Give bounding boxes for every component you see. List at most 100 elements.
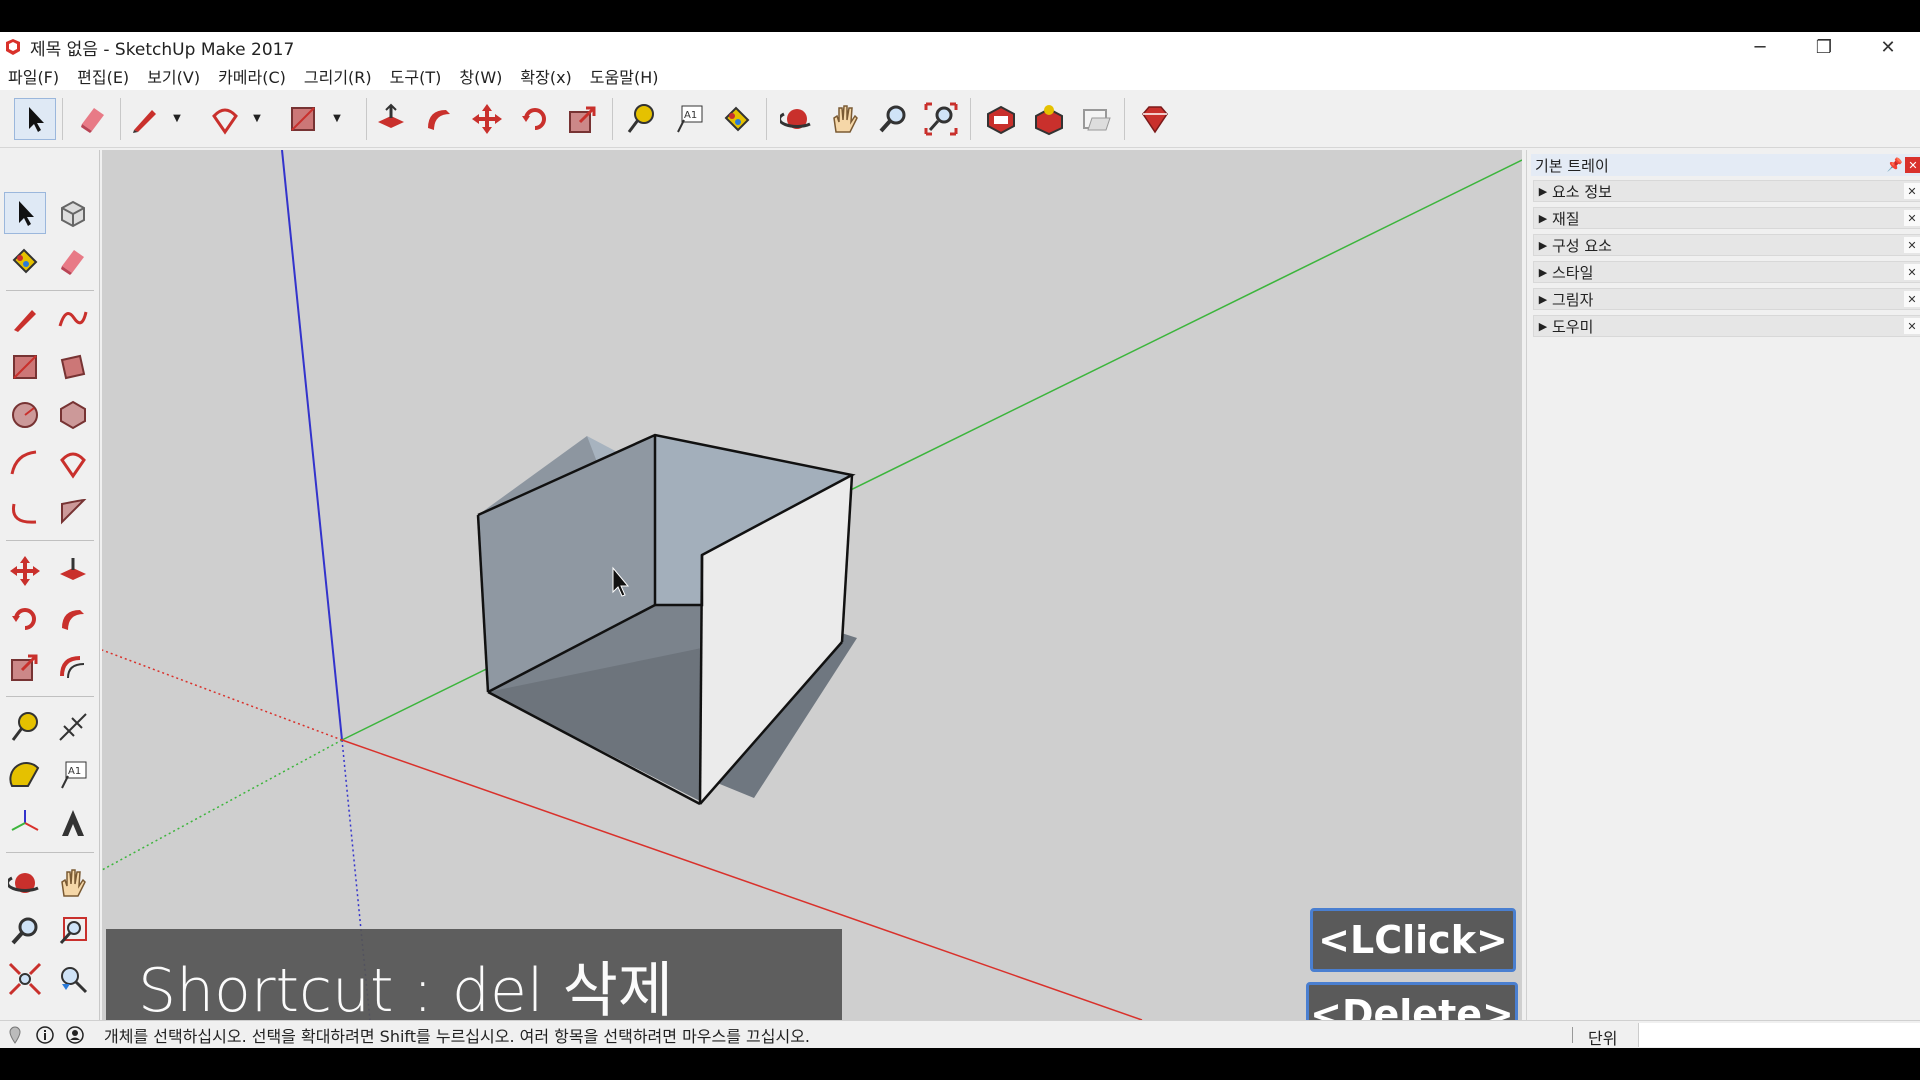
line-dropdown-arrow[interactable]: ▼ [170, 110, 184, 126]
orbit-icon [780, 109, 811, 129]
tray-panel-entity-info[interactable]: ▶ 요소 정보 ✕ [1533, 180, 1920, 202]
extension-warehouse-button[interactable] [1028, 98, 1070, 140]
menu-help[interactable]: 도움말(H) [582, 64, 669, 88]
eraser-tool-left[interactable] [52, 240, 94, 282]
panel-close-icon[interactable]: ✕ [1904, 318, 1920, 334]
tape-measure-tool-button[interactable] [620, 98, 662, 140]
push-pull-tool-left[interactable] [52, 550, 94, 592]
sign-in-button[interactable] [60, 1021, 90, 1049]
three-point-arc-tool-left[interactable] [4, 490, 46, 532]
ruby-console-button[interactable] [1134, 98, 1176, 140]
measurements-input[interactable] [1638, 1023, 1920, 1047]
drawing-viewport[interactable]: Shortcut : del 삭제 <LClick> <Delete> [102, 150, 1522, 1020]
tray-panel-styles[interactable]: ▶ 스타일 ✕ [1533, 261, 1920, 283]
zoom-tool-left[interactable] [4, 910, 46, 952]
pan-tool-left[interactable] [52, 862, 94, 904]
arc-tool-left[interactable] [4, 442, 46, 484]
menu-draw[interactable]: 그리기(R) [296, 64, 382, 88]
push-pull-tool-button[interactable] [370, 98, 412, 140]
zoom-extents-tool-left[interactable] [4, 958, 46, 1000]
tape-measure-tool-left[interactable] [4, 706, 46, 748]
3d-text-tool-left[interactable] [52, 802, 94, 844]
eraser-tool-button[interactable] [72, 98, 114, 140]
menu-file[interactable]: 파일(F) [0, 64, 69, 88]
rotated-rectangle-tool-left[interactable] [52, 346, 94, 388]
follow-me-tool-left[interactable] [52, 598, 94, 640]
panel-close-icon[interactable]: ✕ [1904, 210, 1920, 226]
scale-tool-button[interactable] [562, 98, 604, 140]
3d-warehouse-button[interactable] [980, 98, 1022, 140]
move-icon [472, 104, 502, 134]
menu-camera[interactable]: 카메라(C) [210, 64, 296, 88]
rectangle-tool-left[interactable] [4, 346, 46, 388]
dimension-tool-left[interactable] [52, 706, 94, 748]
select-tool-left[interactable] [4, 192, 46, 234]
circle-icon [12, 402, 38, 428]
svg-text:A1: A1 [684, 110, 697, 121]
follow-me-tool-button[interactable] [418, 98, 460, 140]
previous-view-tool-left[interactable] [52, 958, 94, 1000]
pin-icon[interactable]: 📌 [1885, 158, 1905, 173]
expand-arrow-icon: ▶ [1538, 238, 1548, 252]
rectangle-tool-button[interactable] [282, 98, 324, 140]
tray-title: 기본 트레이 [1535, 156, 1609, 175]
menu-window[interactable]: 창(W) [451, 64, 512, 88]
geo-location-button[interactable] [0, 1021, 30, 1049]
svg-text:A1: A1 [68, 766, 81, 777]
panel-close-icon[interactable]: ✕ [1904, 237, 1920, 253]
make-component-tool[interactable] [52, 192, 94, 234]
panel-close-icon[interactable]: ✕ [1904, 264, 1920, 280]
pie-tool-left[interactable] [52, 490, 94, 532]
arc-dropdown-arrow[interactable]: ▼ [250, 110, 264, 126]
tray-panel-shadows[interactable]: ▶ 그림자 ✕ [1533, 288, 1920, 310]
select-tool-button[interactable] [14, 98, 56, 140]
offset-tool-left[interactable] [52, 646, 94, 688]
move-tool-button[interactable] [466, 98, 508, 140]
credits-button[interactable] [30, 1021, 60, 1049]
zoom-window-tool-left[interactable] [52, 910, 94, 952]
expand-arrow-icon: ▶ [1538, 211, 1548, 225]
pan-tool-button[interactable] [824, 98, 866, 140]
minimize-button[interactable]: ─ [1728, 32, 1792, 62]
tray-panel-components[interactable]: ▶ 구성 요소 ✕ [1533, 234, 1920, 256]
scale-tool-left[interactable] [4, 646, 46, 688]
menu-extensions[interactable]: 확장(x) [512, 64, 581, 88]
line-tool-left[interactable] [4, 298, 46, 340]
arc-tool-button[interactable] [204, 98, 246, 140]
zoom-extents-tool-button[interactable] [920, 98, 962, 140]
freehand-tool-left[interactable] [52, 298, 94, 340]
panel-close-icon[interactable]: ✕ [1904, 291, 1920, 307]
main-toolbar: ▼ ▼ ▼ A1 [0, 90, 1920, 148]
title-bar: 제목 없음 - SketchUp Make 2017 ─ ❐ ✕ [0, 32, 1920, 62]
paint-bucket-tool-button[interactable] [716, 98, 758, 140]
text-icon: A1 [61, 761, 87, 789]
tray-panel-instructor[interactable]: ▶ 도우미 ✕ [1533, 315, 1920, 337]
panel-close-icon[interactable]: ✕ [1904, 183, 1920, 199]
axes-tool-left[interactable] [4, 802, 46, 844]
text-tool-button[interactable]: A1 [668, 98, 710, 140]
menu-edit[interactable]: 편집(E) [69, 64, 139, 88]
polygon-tool-left[interactable] [52, 394, 94, 436]
orbit-tool-left[interactable] [4, 862, 46, 904]
zoom-tool-button[interactable] [872, 98, 914, 140]
circle-tool-left[interactable] [4, 394, 46, 436]
line-tool-button[interactable] [124, 98, 166, 140]
layout-button[interactable] [1076, 98, 1118, 140]
orbit-tool-button[interactable] [776, 98, 818, 140]
paint-bucket-tool-left[interactable] [4, 240, 46, 282]
pencil-icon [14, 310, 36, 332]
two-point-arc-tool-left[interactable] [52, 442, 94, 484]
rotate-tool-button[interactable] [514, 98, 556, 140]
select-icon [19, 201, 34, 226]
move-tool-left[interactable] [4, 550, 46, 592]
menu-tools[interactable]: 도구(T) [382, 64, 452, 88]
menu-view[interactable]: 보기(V) [139, 64, 210, 88]
restore-button[interactable]: ❐ [1792, 32, 1856, 62]
tray-close-button[interactable]: ✕ [1905, 157, 1920, 173]
close-button[interactable]: ✕ [1856, 32, 1920, 62]
tray-panel-materials[interactable]: ▶ 재질 ✕ [1533, 207, 1920, 229]
protractor-tool-left[interactable] [4, 754, 46, 796]
text-tool-left[interactable]: A1 [52, 754, 94, 796]
rectangle-dropdown-arrow[interactable]: ▼ [330, 110, 344, 126]
rotate-tool-left[interactable] [4, 598, 46, 640]
